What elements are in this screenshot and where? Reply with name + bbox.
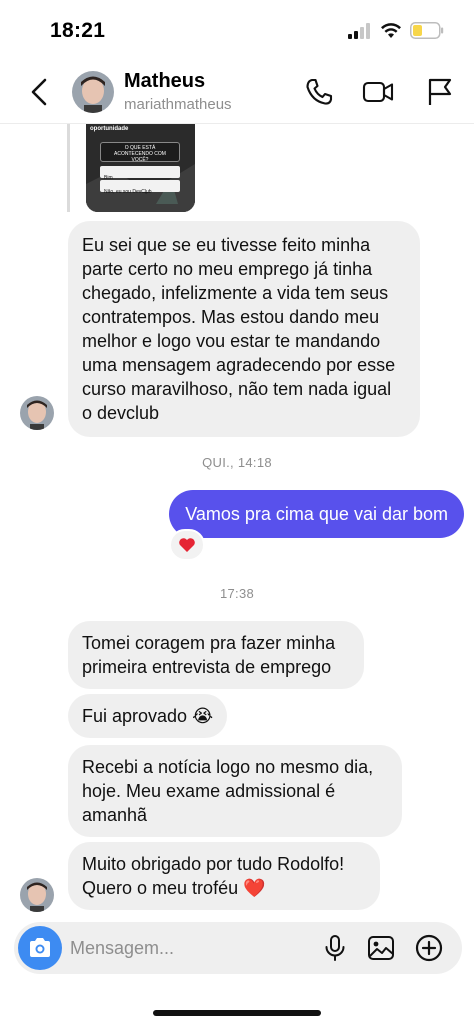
message-incoming[interactable]: Recebi a notícia logo no mesmo dia, hoje…	[68, 745, 402, 837]
signal-icon	[348, 22, 370, 39]
story-option-2: Não, eu sou DevClub	[100, 180, 180, 195]
camera-button[interactable]	[18, 926, 62, 970]
add-circle-icon[interactable]	[415, 934, 443, 962]
message-incoming[interactable]: Muito obrigado por tudo Rodolfo! Quero o…	[68, 842, 380, 910]
battery-icon	[410, 22, 444, 39]
story-option-2-label: Não, eu sou DevClub	[104, 189, 152, 195]
story-question: O QUE ESTÁ ACONTECENDO COM VOCÊ?	[114, 145, 166, 163]
message-thread[interactable]: oportunidade O QUE ESTÁ ACONTECENDO COM …	[0, 124, 474, 914]
microphone-icon[interactable]	[321, 934, 349, 962]
phone-call-icon[interactable]	[303, 76, 335, 108]
sender-avatar[interactable]	[20, 396, 54, 430]
contact-handle[interactable]: mariathmatheus	[124, 96, 232, 113]
camera-icon	[30, 938, 50, 957]
message-incoming[interactable]: Eu sei que se eu tivesse feito minha par…	[68, 221, 420, 437]
heart-reaction-icon[interactable]	[169, 529, 205, 561]
story-question-card: O QUE ESTÁ ACONTECENDO COM VOCÊ?	[100, 142, 180, 163]
contact-name[interactable]: Matheus	[124, 70, 205, 93]
wifi-icon	[381, 22, 401, 38]
chat-header: Matheus mariathmatheus	[0, 60, 474, 124]
story-reply-thumbnail[interactable]: oportunidade O QUE ESTÁ ACONTECENDO COM …	[86, 124, 195, 212]
flag-icon[interactable]	[424, 76, 456, 108]
back-arrow-icon[interactable]	[28, 77, 52, 107]
reply-indicator	[67, 124, 70, 212]
timestamp: 17:38	[219, 586, 255, 601]
sender-avatar[interactable]	[20, 878, 54, 912]
message-incoming[interactable]: Tomei coragem pra fazer minha primeira e…	[68, 621, 364, 689]
message-composer	[14, 922, 462, 974]
timestamp: QUI., 14:18	[202, 455, 272, 470]
video-call-icon[interactable]	[362, 76, 394, 108]
message-outgoing[interactable]: Vamos pra cima que vai dar bom	[169, 490, 464, 538]
status-bar: 18:21	[0, 0, 474, 60]
home-indicator[interactable]	[153, 1010, 321, 1016]
status-icons	[348, 22, 444, 39]
gallery-icon[interactable]	[367, 934, 395, 962]
message-input[interactable]	[70, 922, 310, 974]
contact-avatar[interactable]	[72, 71, 114, 113]
story-option-1: Bim	[100, 166, 180, 181]
status-time: 18:21	[50, 19, 106, 42]
message-incoming[interactable]: Fui aprovado 😭	[68, 694, 228, 738]
story-tag: oportunidade	[90, 126, 129, 132]
